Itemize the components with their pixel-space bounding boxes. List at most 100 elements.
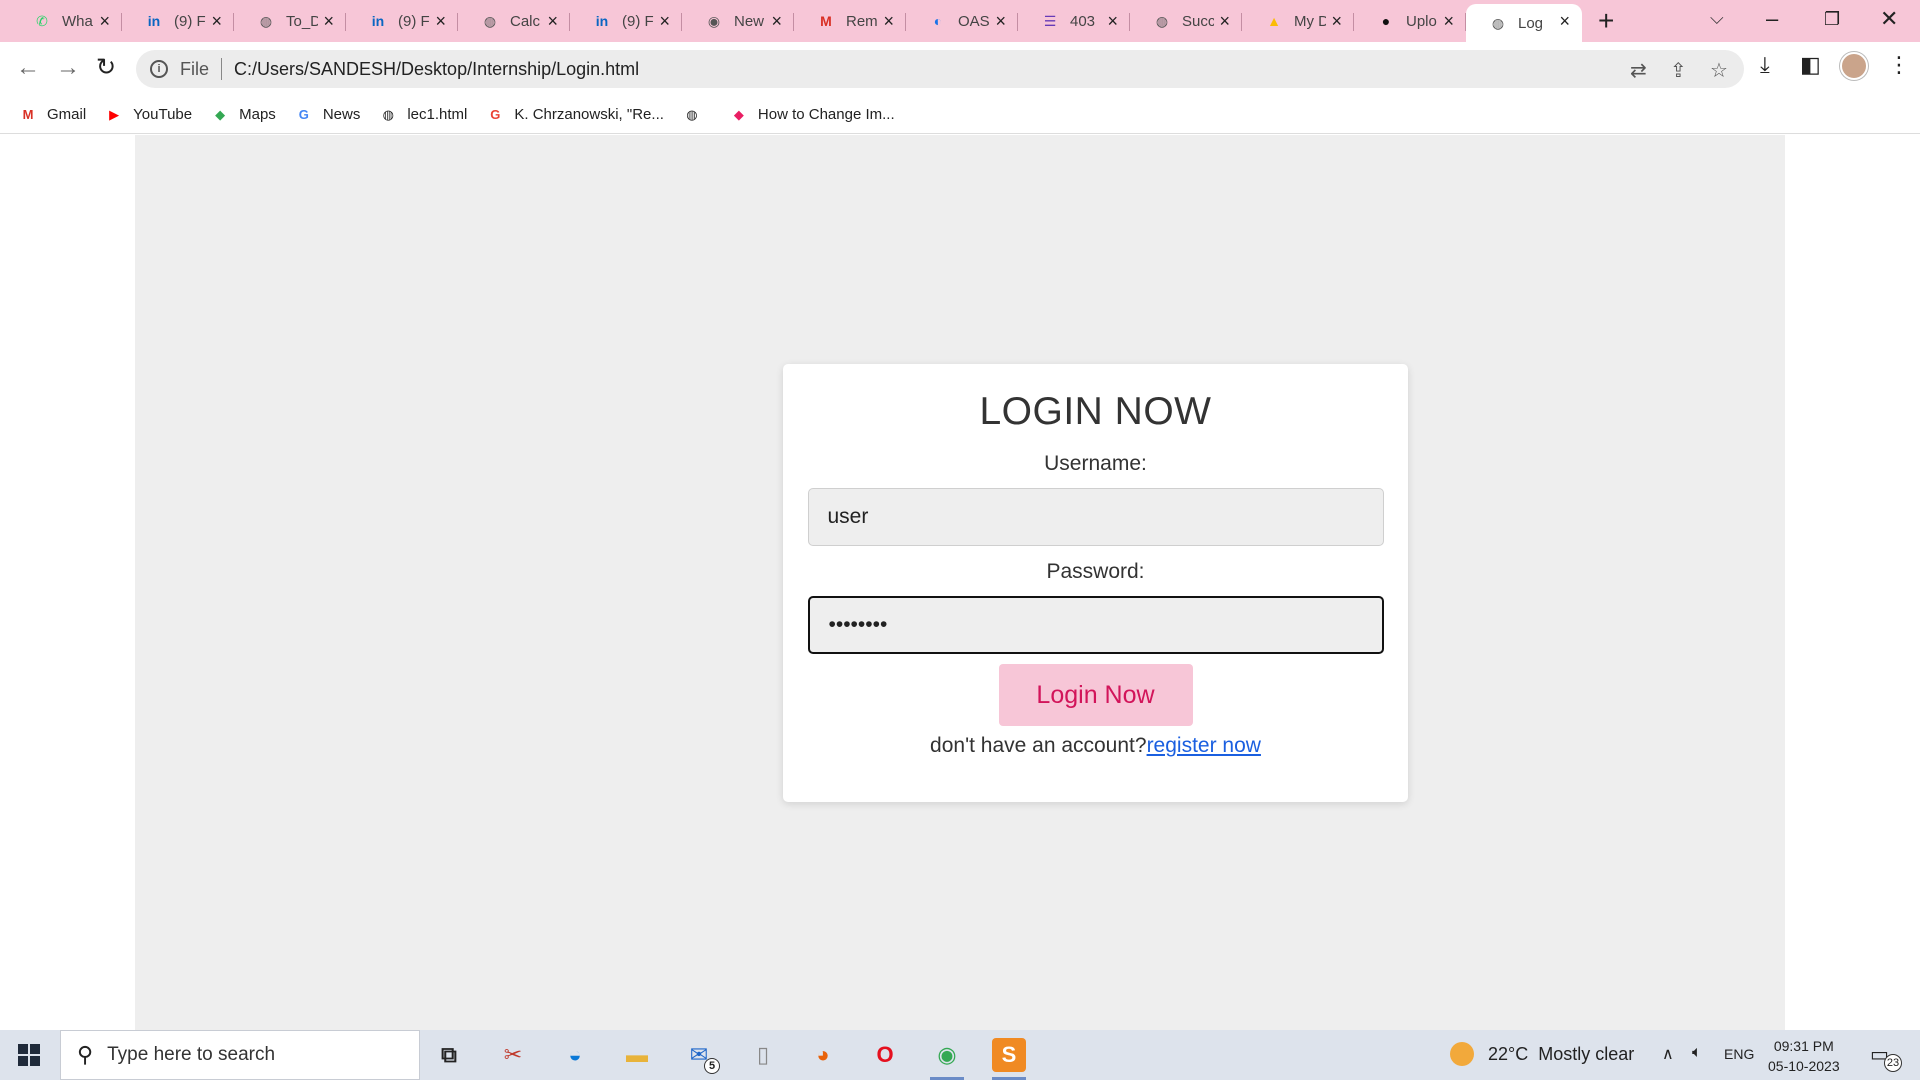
back-icon[interactable]: ← — [16, 54, 40, 82]
share-icon[interactable]: ⇪ — [1670, 58, 1687, 83]
bookmark-item[interactable]: ◍ — [682, 105, 711, 125]
task-view-icon[interactable]: ⧉ — [432, 1038, 466, 1072]
notepad-icon[interactable]: ▯ — [746, 1038, 780, 1072]
close-tab-icon[interactable]: × — [1559, 11, 1570, 32]
firefox-icon[interactable]: ◕ — [806, 1038, 840, 1072]
register-line: don't have an account?register now — [783, 734, 1408, 758]
maps-icon: ◆ — [215, 106, 226, 122]
close-tab-icon[interactable]: × — [659, 11, 670, 32]
browser-tab[interactable]: in (9) F × — [346, 4, 458, 38]
globe-icon: ◍ — [382, 106, 394, 122]
language-indicator[interactable]: ENG — [1724, 1046, 1754, 1062]
address-bar[interactable]: i File C:/Users/SANDESH/Desktop/Internsh… — [136, 50, 1744, 88]
browser-tab[interactable]: ✆ Wha × — [10, 4, 122, 38]
close-tab-icon[interactable]: × — [323, 11, 334, 32]
close-window-icon[interactable]: ✕ — [1880, 6, 1898, 32]
close-tab-icon[interactable]: × — [771, 11, 782, 32]
clock[interactable]: 09:31 PM 05-10-2023 — [1768, 1036, 1840, 1076]
bookmark-item[interactable]: ▶ YouTube — [104, 105, 192, 125]
bookmark-item[interactable]: G K. Chrzanowski, "Re... — [485, 105, 664, 125]
close-tab-icon[interactable]: × — [1443, 11, 1454, 32]
close-tab-icon[interactable]: × — [1331, 11, 1342, 32]
page-background: LOGIN NOW Username: Password: Login Now … — [135, 135, 1785, 1030]
close-tab-icon[interactable]: × — [435, 11, 446, 32]
browser-tab[interactable]: in (9) F × — [570, 4, 682, 38]
close-tab-icon[interactable]: × — [1219, 11, 1230, 32]
username-input[interactable] — [807, 488, 1384, 546]
minimize-icon[interactable]: – — [1766, 6, 1778, 32]
show-hidden-icons-icon[interactable]: ∧ — [1662, 1044, 1674, 1064]
windows-start-icon[interactable] — [18, 1044, 40, 1066]
download-icon[interactable]: ⤓ — [1760, 52, 1770, 78]
taskbar: ⚲ Type here to search ⧉ ✂ ◒ ▬ ✉ 5 ▯ ◕ O ◉… — [0, 1030, 1920, 1080]
volume-icon[interactable]: 🔈︎ — [1692, 1044, 1702, 1062]
sublime-text-icon[interactable]: S — [992, 1038, 1026, 1080]
browser-tab[interactable]: M Rem × — [794, 4, 906, 38]
opera-icon[interactable]: O — [868, 1038, 902, 1072]
reload-icon[interactable]: ↻ — [96, 54, 116, 82]
weather-widget[interactable]: 22°C Mostly clear — [1450, 1042, 1634, 1066]
register-prompt: don't have an account? — [930, 734, 1147, 757]
forward-icon[interactable]: → — [56, 54, 80, 82]
news-icon: G — [298, 107, 309, 122]
bookmark-item[interactable]: ◆ Maps — [210, 105, 276, 125]
page-viewport: LOGIN NOW Username: Password: Login Now … — [0, 135, 1920, 1030]
tab-title: (9) F — [174, 12, 206, 30]
close-tab-icon[interactable]: × — [1107, 11, 1118, 32]
browser-tab[interactable]: ☰ 403 × — [1018, 4, 1130, 38]
browser-tab[interactable]: in (9) F × — [122, 4, 234, 38]
globe-icon: ◍ — [686, 106, 698, 122]
mail-icon[interactable]: ✉ 5 — [682, 1038, 720, 1074]
new-tab-button[interactable]: + — [1598, 6, 1614, 36]
profile-avatar[interactable] — [1840, 52, 1868, 80]
close-tab-icon[interactable]: × — [99, 11, 110, 32]
close-tab-icon[interactable]: × — [883, 11, 894, 32]
oasis-icon: ◐ — [933, 13, 943, 29]
info-icon[interactable]: i — [150, 60, 168, 78]
bookmark-item[interactable]: G News — [294, 105, 361, 125]
bookmark-item[interactable]: M Gmail — [18, 105, 87, 125]
bookmarks-bar: M Gmail ▶ YouTube ◆ Maps G News ◍ lec1.html G K. Ch… — [0, 96, 1920, 134]
tab-search-icon[interactable]: ⌵ — [1710, 8, 1724, 29]
close-tab-icon[interactable]: × — [995, 11, 1006, 32]
snipping-tool-icon[interactable]: ✂ — [496, 1038, 530, 1072]
restore-icon[interactable]: ❐ — [1824, 9, 1840, 30]
register-link[interactable]: register now — [1147, 734, 1261, 757]
google-icon: G — [490, 107, 501, 122]
taskbar-search[interactable]: ⚲ Type here to search — [60, 1030, 420, 1080]
bookmark-item[interactable]: ◆ How to Change Im... — [729, 105, 895, 125]
tab-title: (9) F — [398, 12, 430, 30]
browser-tab[interactable]: ◐ OAS × — [906, 4, 1018, 38]
browser-tab[interactable]: ◍ To_D × — [234, 4, 346, 38]
browser-tab[interactable]: ◍ Log × — [1466, 4, 1582, 42]
tab-title: 403 — [1070, 12, 1096, 30]
login-button[interactable]: Login Now — [998, 664, 1193, 726]
chrome-icon[interactable]: ◉ — [930, 1038, 964, 1080]
browser-tab[interactable]: ▲ My D × — [1242, 4, 1354, 38]
bookmark-star-icon[interactable]: ☆ — [1710, 58, 1728, 83]
menu-icon[interactable]: ⋮ — [1888, 52, 1910, 78]
github-icon: ● — [1381, 13, 1391, 29]
tab-title: Succ — [1182, 12, 1214, 30]
url-text[interactable]: C:/Users/SANDESH/Desktop/Internship/Logi… — [234, 59, 639, 80]
cube-icon: ◆ — [733, 106, 744, 122]
bookmark-item[interactable]: ◍ lec1.html — [378, 105, 468, 125]
close-tab-icon[interactable]: × — [547, 11, 558, 32]
file-explorer-icon[interactable]: ▬ — [620, 1038, 654, 1072]
browser-tab[interactable]: ◍ Calc × — [458, 4, 570, 38]
bookmark-label: YouTube — [133, 106, 193, 123]
tab-title: Wha — [62, 12, 93, 30]
edge-icon[interactable]: ◒ — [558, 1038, 592, 1072]
side-panel-icon[interactable]: ◧ — [1800, 52, 1821, 78]
browser-tab[interactable]: ◍ Succ × — [1130, 4, 1242, 38]
clock-date: 05-10-2023 — [1768, 1058, 1840, 1074]
notifications-icon[interactable]: ▭ 23 — [1870, 1042, 1902, 1072]
tab-title: Calc — [510, 12, 541, 30]
close-tab-icon[interactable]: × — [211, 11, 222, 32]
browser-tab[interactable]: ◉ New × — [682, 4, 794, 38]
bookmark-label: How to Change Im... — [757, 106, 895, 123]
password-input[interactable] — [807, 596, 1384, 654]
linkedin-icon: in — [595, 13, 609, 29]
browser-tab[interactable]: ● Uplo × — [1354, 4, 1466, 38]
translate-icon[interactable]: ⇄ — [1630, 58, 1647, 83]
